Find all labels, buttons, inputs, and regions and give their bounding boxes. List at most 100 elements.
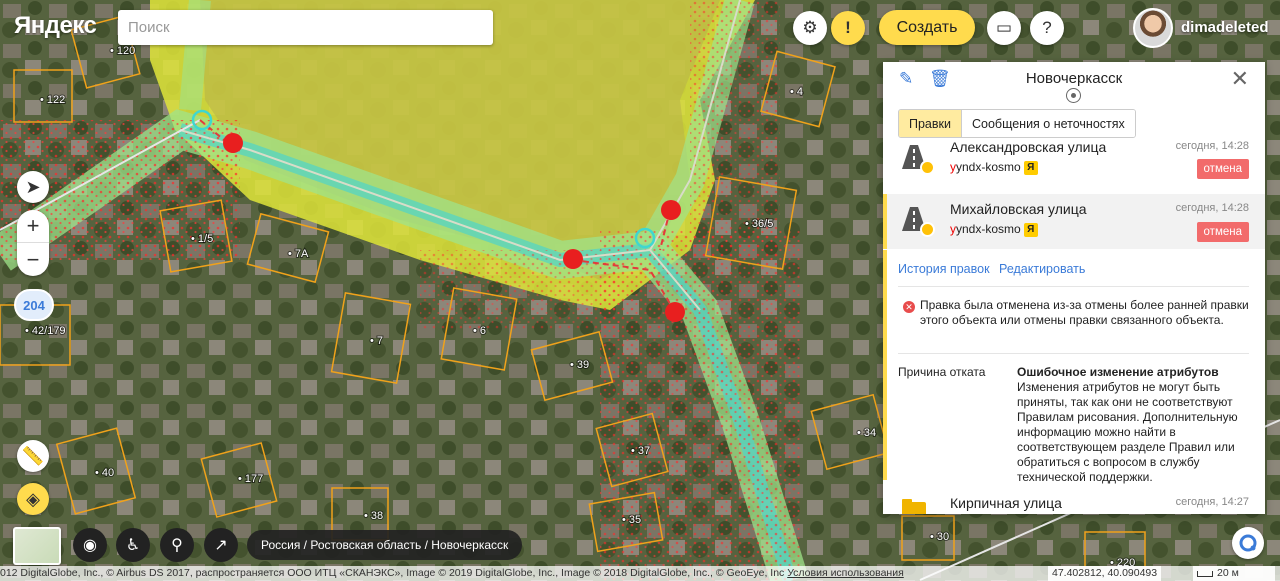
edit-time: сегодня, 14:28 (1175, 202, 1249, 214)
yandex-staff-icon: Я (1023, 222, 1038, 237)
svg-text:• 6: • 6 (473, 325, 486, 337)
error-marker (665, 302, 685, 322)
feedback-button[interactable]: ▭ (987, 11, 1021, 45)
clock-icon (920, 160, 935, 175)
reason-text: Изменения атрибутов не могут быть принят… (1017, 380, 1238, 484)
locate-button[interactable]: ➤ (17, 171, 49, 203)
ruler-icon: 📏 (21, 445, 45, 466)
edit-object-name: Кирпичная улица (950, 495, 1062, 511)
external-link-icon: ↗ (214, 537, 228, 554)
pin-icon: ⚲ (171, 537, 183, 554)
error-icon: ✕ (903, 301, 915, 313)
zoom-out-button[interactable]: − (17, 243, 49, 276)
svg-text:• 1/5: • 1/5 (191, 233, 213, 245)
scale-label: 20 м (1217, 567, 1239, 579)
panel-title: Новочеркасск (1025, 70, 1123, 87)
edit-author-name: yndx-kosmo (956, 160, 1021, 174)
edit-author[interactable]: yyndx-kosmo Я (950, 160, 1038, 175)
pin-button[interactable]: ⚲ (160, 528, 194, 562)
svg-text:• 36/5: • 36/5 (745, 218, 773, 230)
layers-button[interactable]: ◈ (17, 483, 49, 515)
edit-object-name: Александровская улица (950, 140, 1107, 155)
assistant-button[interactable] (1232, 527, 1264, 559)
svg-text:• 7: • 7 (370, 335, 383, 347)
minimap[interactable] (13, 527, 61, 565)
navigation-arrow-icon: ➤ (25, 176, 41, 197)
svg-text:• 7А: • 7А (288, 248, 309, 260)
tab-reports[interactable]: Сообщения о неточностях (961, 110, 1135, 137)
scale-bar (1197, 570, 1213, 577)
yandex-staff-icon: Я (1023, 160, 1038, 175)
assistant-icon (1239, 534, 1257, 552)
svg-text:• 34: • 34 (857, 427, 876, 439)
copyright-text: 012 DigitalGlobe, Inc., © Airbus DS 2017… (0, 567, 785, 579)
layers-icon: ◈ (26, 488, 40, 509)
terms-link[interactable]: Условия использования (787, 567, 904, 579)
camera-icon: ◉ (83, 537, 97, 554)
coordinates: 47.402812, 40.090493 (1048, 566, 1162, 581)
person-icon: ♿ (125, 537, 141, 554)
svg-text:• 30: • 30 (930, 531, 949, 543)
svg-text:• 37: • 37 (631, 445, 650, 457)
breadcrumb[interactable]: Россия / Ростовская область / Новочеркас… (247, 530, 523, 560)
error-marker (223, 133, 243, 153)
search-input[interactable] (118, 10, 493, 45)
gear-icon: ⚙ (802, 18, 818, 37)
svg-text:• 38: • 38 (364, 510, 383, 522)
edit-actions: История правок Редактировать (898, 262, 1091, 276)
panorama-button[interactable]: ♿ (116, 528, 150, 562)
panel-header: ✎ 🗑 Новочеркасск ✕ (883, 62, 1265, 103)
settings-button[interactable]: ⚙ (793, 11, 827, 45)
zoom-control: + − (17, 210, 49, 276)
ruler-button[interactable]: 📏 (17, 440, 49, 472)
scale-indicator: 20 м (1193, 566, 1275, 581)
history-link[interactable]: История правок (898, 262, 990, 276)
edit-details: История правок Редактировать ✕ Правка бы… (883, 250, 1265, 484)
edit-link[interactable]: Редактировать (999, 262, 1085, 276)
zoom-in-button[interactable]: + (17, 210, 49, 243)
status-badge: отмена (1196, 222, 1249, 242)
status-badge: отмена (1196, 159, 1249, 179)
svg-text:• 120: • 120 (110, 45, 135, 57)
chat-icon: ▭ (995, 18, 1013, 37)
avatar[interactable] (1133, 8, 1173, 48)
error-marker (661, 200, 681, 220)
exclamation-icon: ! (845, 18, 851, 37)
share-button[interactable]: ↗ (204, 528, 238, 562)
svg-text:• 177: • 177 (238, 473, 263, 485)
edit-author[interactable]: yyndx-kosmo Я (950, 222, 1038, 237)
svg-text:• 42/179: • 42/179 (25, 325, 66, 337)
edit-object-name: Михайловская улица (950, 201, 1087, 217)
yandex-logo[interactable]: Яндекс (14, 12, 97, 40)
edit-time: сегодня, 14:27 (1175, 496, 1249, 508)
divider (898, 353, 1249, 354)
reason-label: Причина отката (898, 365, 986, 379)
close-icon[interactable]: ✕ (1231, 66, 1249, 92)
svg-text:• 35: • 35 (622, 514, 641, 526)
edit-time: сегодня, 14:28 (1175, 140, 1249, 152)
tab-edits[interactable]: Правки (899, 110, 962, 137)
help-button[interactable]: ? (1030, 11, 1064, 45)
svg-text:• 122: • 122 (40, 94, 65, 106)
panel-tabs: Правки Сообщения о неточностях (898, 109, 1136, 138)
layers-count-badge[interactable]: 204 (14, 289, 54, 321)
edit-author-name: yndx-kosmo (956, 222, 1021, 236)
question-icon: ? (1042, 18, 1052, 37)
divider (898, 286, 1249, 287)
edits-panel: ✎ 🗑 Новочеркасск ✕ Правки Сообщения о не… (883, 62, 1265, 514)
clock-icon (920, 222, 935, 237)
revert-message: Правка была отменена из-за отмены более … (920, 298, 1249, 327)
edit-item-selected[interactable]: Михайловская улица yyndx-kosmo Я сегодня,… (883, 194, 1265, 249)
username[interactable]: dimadeleted (1181, 19, 1269, 36)
crosshair-icon[interactable] (1066, 88, 1081, 103)
reason-title: Ошибочное изменение атрибутов (1017, 365, 1219, 379)
svg-text:• 39: • 39 (570, 359, 589, 371)
error-marker (563, 249, 583, 269)
svg-text:• 40: • 40 (95, 467, 114, 479)
alerts-button[interactable]: ! (831, 11, 865, 45)
edit-item[interactable]: Кирпичная улица сегодня, 14:27 (883, 488, 1265, 514)
create-button[interactable]: Создать (879, 10, 975, 45)
screenshot-button[interactable]: ◉ (73, 528, 107, 562)
edit-item[interactable]: Александровская улица yyndx-kosmo Я сегод… (883, 140, 1265, 192)
folder-icon (902, 499, 926, 514)
